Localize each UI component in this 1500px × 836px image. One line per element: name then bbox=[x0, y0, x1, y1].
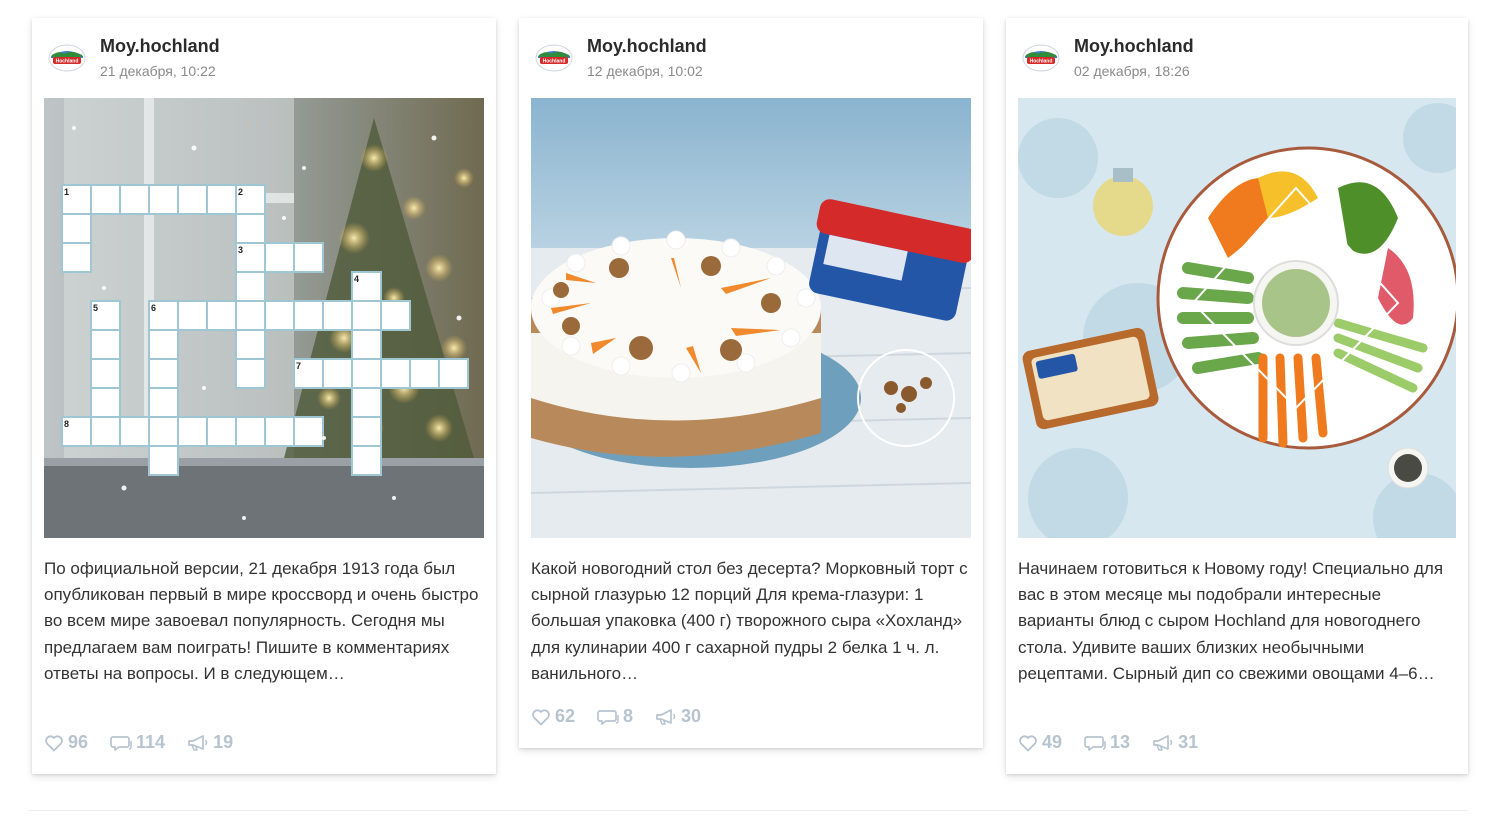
post-image-carrot-cake[interactable] bbox=[531, 98, 971, 538]
repost-button[interactable]: 31 bbox=[1152, 732, 1198, 753]
repost-button[interactable]: 30 bbox=[655, 706, 701, 727]
comment-icon bbox=[110, 734, 132, 752]
reposts-count: 31 bbox=[1178, 732, 1199, 752]
crossword-number: 4 bbox=[354, 274, 359, 284]
post-date[interactable]: 12 декабря, 10:02 bbox=[587, 63, 703, 79]
megaphone-icon bbox=[655, 708, 677, 726]
like-button[interactable]: 62 bbox=[531, 706, 575, 727]
post-date[interactable]: 02 декабря, 18:26 bbox=[1074, 63, 1190, 79]
post-image-vegetable-platter[interactable] bbox=[1018, 98, 1456, 538]
like-button[interactable]: 96 bbox=[44, 732, 88, 753]
post-text[interactable]: Какой новогодний стол без десерта? Морко… bbox=[531, 556, 971, 687]
post-author[interactable]: Moy.hochland bbox=[100, 36, 220, 57]
heart-icon bbox=[44, 734, 64, 752]
post-stats: 96 114 19 bbox=[44, 732, 233, 753]
divider bbox=[28, 810, 1468, 811]
post-text[interactable]: Начинаем готовиться к Новому году! Специ… bbox=[1018, 556, 1458, 687]
comments-count: 13 bbox=[1110, 732, 1131, 752]
crossword-number: 3 bbox=[238, 245, 243, 255]
comments-count: 114 bbox=[136, 732, 166, 752]
crossword-number: 5 bbox=[93, 303, 98, 313]
comment-icon bbox=[597, 708, 619, 726]
megaphone-icon bbox=[1152, 734, 1174, 752]
post-image-crossword[interactable]: 1 2 3 4 5 6 7 8 bbox=[44, 98, 484, 538]
crossword-number: 6 bbox=[151, 303, 156, 313]
reposts-count: 30 bbox=[681, 706, 702, 726]
like-button[interactable]: 49 bbox=[1018, 732, 1062, 753]
hochland-logo-avatar[interactable] bbox=[1022, 44, 1060, 72]
likes-count: 49 bbox=[1042, 732, 1063, 752]
hochland-logo-avatar[interactable] bbox=[48, 44, 86, 72]
post-card[interactable]: Moy.hochland 12 декабря, 10:02 Какой нов… bbox=[519, 18, 983, 748]
post-header: Moy.hochland 12 декабря, 10:02 bbox=[519, 18, 983, 98]
repost-button[interactable]: 19 bbox=[187, 732, 233, 753]
crossword-number: 7 bbox=[296, 361, 301, 371]
megaphone-icon bbox=[187, 734, 209, 752]
post-card[interactable]: Moy.hochland 21 декабря, 10:22 1 2 3 4 5… bbox=[32, 18, 496, 774]
comment-button[interactable]: 114 bbox=[110, 732, 165, 753]
likes-count: 96 bbox=[68, 732, 89, 752]
post-text[interactable]: По официальной версии, 21 декабря 1913 г… bbox=[44, 556, 484, 687]
comment-button[interactable]: 13 bbox=[1084, 732, 1130, 753]
crossword-number: 2 bbox=[238, 187, 243, 197]
heart-icon bbox=[531, 708, 551, 726]
reposts-count: 19 bbox=[213, 732, 234, 752]
post-card[interactable]: Moy.hochland 02 декабря, 18:26 Начинаем … bbox=[1006, 18, 1468, 774]
post-date[interactable]: 21 декабря, 10:22 bbox=[100, 63, 216, 79]
crossword-number: 8 bbox=[64, 419, 69, 429]
comment-icon bbox=[1084, 734, 1106, 752]
post-author[interactable]: Moy.hochland bbox=[1074, 36, 1194, 57]
post-stats: 49 13 31 bbox=[1018, 732, 1198, 753]
comment-button[interactable]: 8 bbox=[597, 706, 633, 727]
comments-count: 8 bbox=[623, 706, 634, 726]
post-stats: 62 8 30 bbox=[531, 706, 701, 727]
post-header: Moy.hochland 21 декабря, 10:22 bbox=[32, 18, 496, 98]
post-header: Moy.hochland 02 декабря, 18:26 bbox=[1006, 18, 1468, 98]
hochland-logo-avatar[interactable] bbox=[535, 44, 573, 72]
heart-icon bbox=[1018, 734, 1038, 752]
likes-count: 62 bbox=[555, 706, 576, 726]
crossword-number: 1 bbox=[64, 187, 69, 197]
post-author[interactable]: Moy.hochland bbox=[587, 36, 707, 57]
